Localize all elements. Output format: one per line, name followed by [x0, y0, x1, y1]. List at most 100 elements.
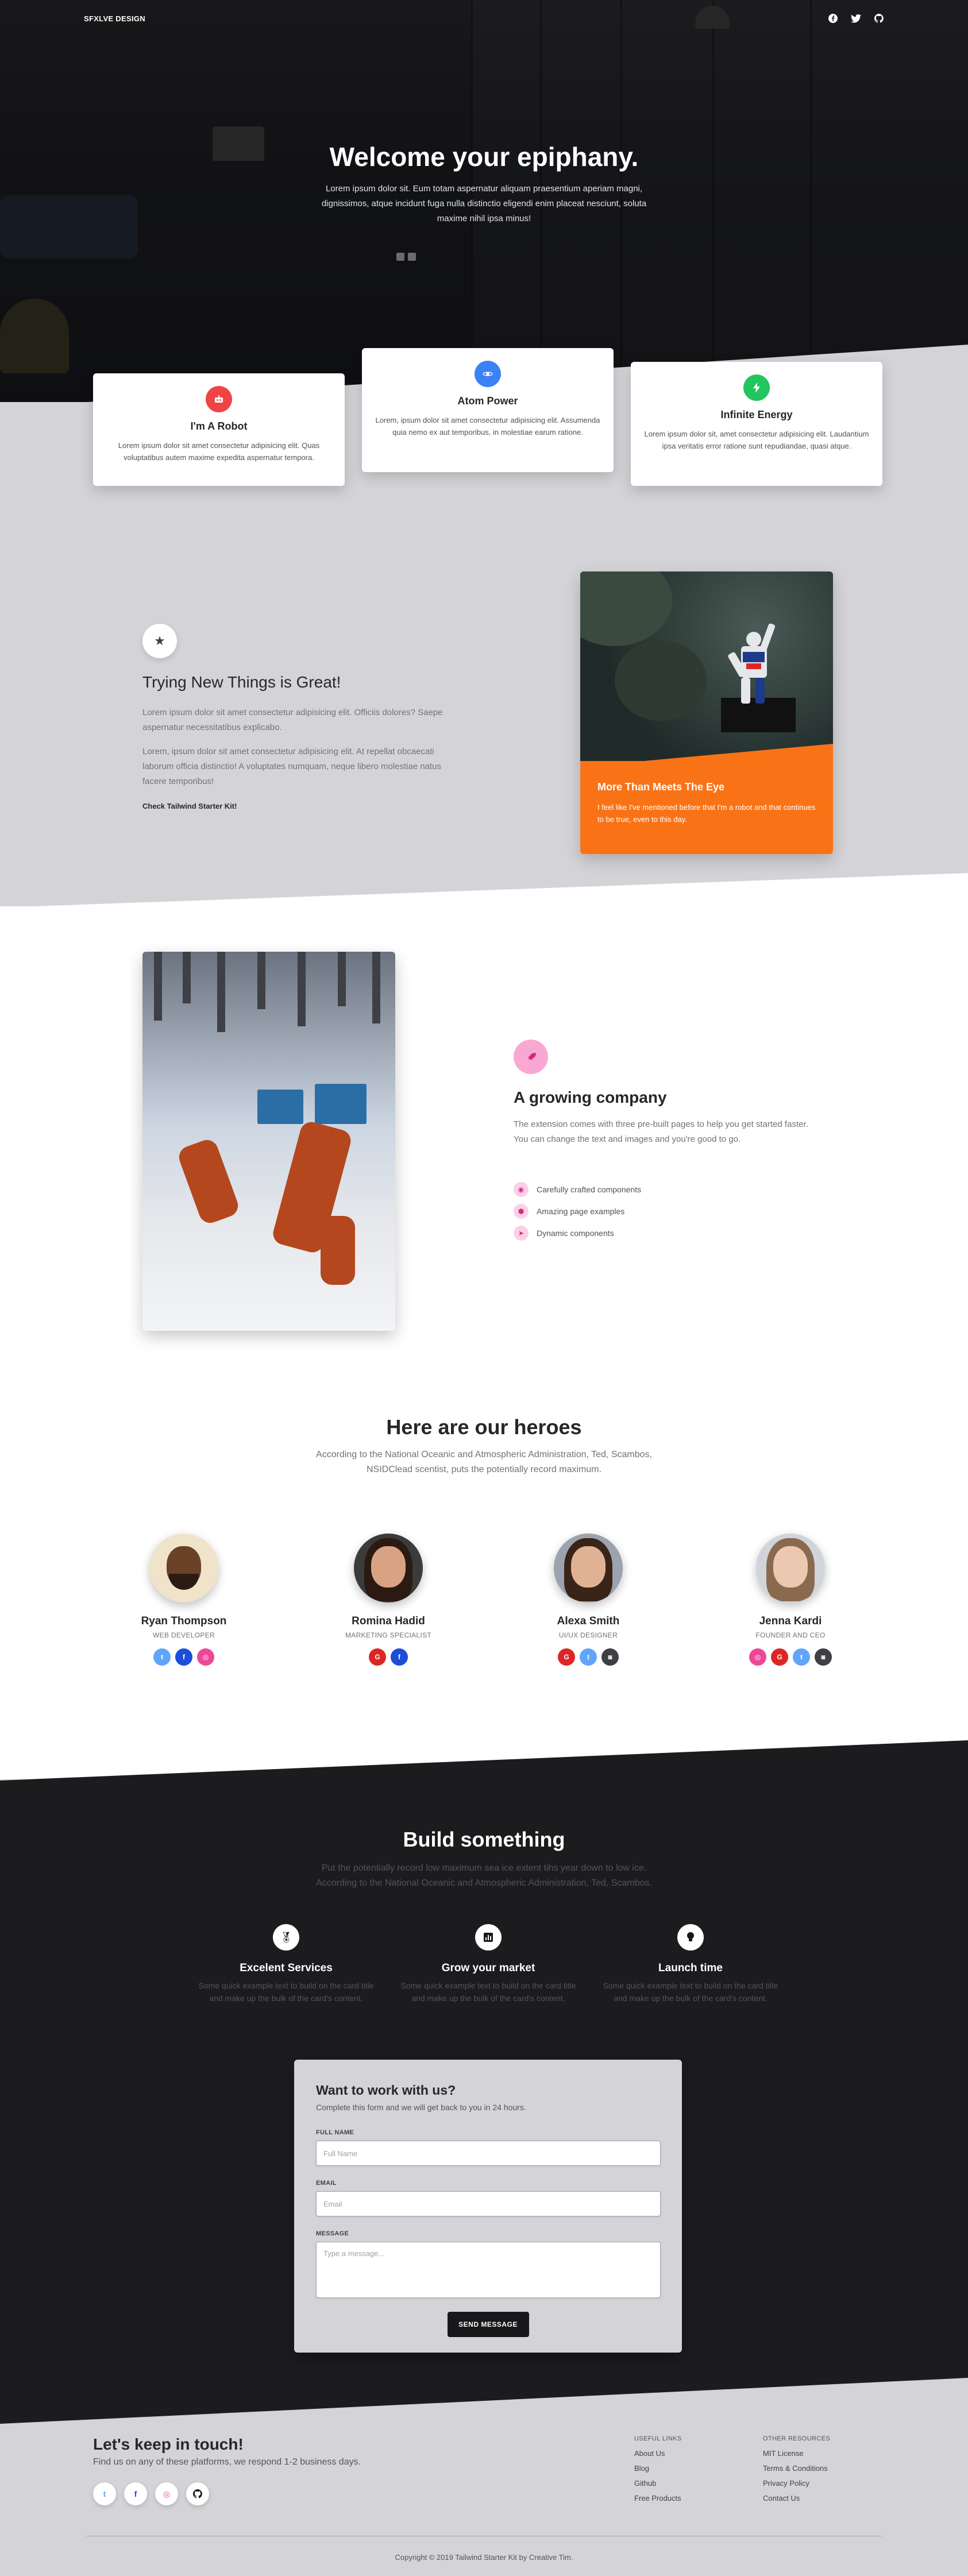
tailwind-kit-link[interactable]: Check Tailwind Starter Kit! — [142, 802, 237, 810]
message-label: MESSAGE — [316, 2230, 349, 2237]
image-detail — [217, 952, 225, 1032]
feature-text: Lorem ipsum dolor sit amet consectetur a… — [118, 441, 320, 462]
hero-subtitle: Lorem ipsum dolor sit. Eum totam asperna… — [300, 181, 668, 226]
avatar — [354, 1534, 423, 1602]
member-role: UI/UX DESIGNER — [558, 1631, 618, 1639]
image-detail — [372, 952, 380, 1024]
hero-decoration-block — [408, 253, 416, 261]
footer-link[interactable]: Blog — [634, 2464, 682, 2479]
list-item-label: Dynamic components — [537, 1229, 614, 1238]
fingerprint-icon: ◉ — [514, 1182, 529, 1197]
footer-link[interactable]: Contact Us — [763, 2494, 830, 2509]
feature-title: Atom Power — [457, 395, 518, 407]
twitter-icon[interactable]: t — [793, 1648, 810, 1666]
google-icon[interactable]: G — [369, 1648, 386, 1666]
image-detail — [154, 952, 162, 1021]
robot-icon — [206, 386, 232, 412]
avatar-face — [371, 1546, 406, 1588]
full-name-input[interactable] — [316, 2141, 661, 2166]
footer-link[interactable]: Privacy Policy — [763, 2479, 830, 2494]
facebook-icon[interactable]: f — [124, 2482, 147, 2505]
lightbulb-icon — [677, 1924, 704, 1951]
hero-title: Welcome your epiphany. — [329, 142, 639, 172]
build-subtitle-line: According to the National Oceanic and At… — [316, 1878, 652, 1888]
avatar — [756, 1534, 825, 1602]
twitter-icon[interactable]: t — [153, 1648, 171, 1666]
list-item-label: Carefully crafted components — [537, 1185, 642, 1194]
email-input[interactable] — [316, 2191, 661, 2216]
robot-arm-image — [142, 952, 395, 1331]
list-item-label: Amazing page examples — [537, 1207, 625, 1216]
footer-link[interactable]: MIT License — [763, 2449, 830, 2464]
google-icon[interactable]: G — [771, 1648, 788, 1666]
message-textarea[interactable] — [316, 2242, 661, 2298]
atom-icon — [475, 361, 501, 387]
brand-link[interactable]: SFXLVE DESIGN — [84, 14, 145, 23]
send-message-button[interactable]: SEND MESSAGE — [447, 2312, 529, 2337]
section2-title: Trying New Things is Great! — [142, 673, 341, 691]
instagram-icon[interactable]: ◙ — [601, 1648, 619, 1666]
energy-icon — [743, 374, 770, 401]
footer-link[interactable]: Free Products — [634, 2494, 682, 2509]
section2-paragraph: Lorem ipsum dolor sit amet consectetur a… — [142, 708, 443, 732]
footer-subtitle: Find us on any of these platforms, we re… — [93, 2457, 361, 2467]
top-navbar: SFXLVE DESIGN — [84, 13, 884, 24]
build-title: Build something — [403, 1828, 565, 1851]
google-icon[interactable]: G — [558, 1648, 575, 1666]
service-text: Some quick example text to build on the … — [603, 1981, 778, 2003]
image-detail — [176, 1137, 241, 1226]
email-label: EMAIL — [316, 2180, 337, 2187]
dribbble-icon[interactable]: ◎ — [155, 2482, 178, 2505]
member-role: MARKETING SPECIALIST — [345, 1631, 432, 1639]
service-item: 🏅︎ Excelent Services Some quick example … — [191, 1924, 381, 2005]
feature-card: I'm A Robot Lorem ipsum dolor sit amet c… — [93, 373, 345, 486]
section3-paragraph: The extension comes with three pre-built… — [514, 1119, 808, 1144]
build-subtitle: Put the potentially record low maximum s… — [0, 1861, 968, 1891]
rocket-icon — [514, 1040, 548, 1074]
heroes-subtitle-line: NSIDClead scentist, puts the potentially… — [366, 1465, 602, 1474]
github-icon[interactable] — [874, 13, 884, 24]
medal-icon: 🏅︎ — [273, 1924, 299, 1951]
nav-social-links — [828, 13, 884, 24]
hero-section: SFXLVE DESIGN Welcome your epiphany. Lor… — [0, 0, 968, 402]
member-role: WEB DEVELOPER — [153, 1631, 215, 1639]
feature-text: Lorem ipsum dolor sit, amet consectetur … — [644, 430, 869, 450]
image-detail — [338, 952, 346, 1006]
heroes-subtitle-line: According to the National Oceanic and At… — [316, 1450, 652, 1459]
member-name: Jenna Kardi — [759, 1615, 822, 1627]
team-member-card: Alexa Smith UI/UX DESIGNER G t ◙ — [519, 1534, 657, 1666]
full-name-label: FULL NAME — [316, 2129, 354, 2136]
useful-links: USEFUL LINKS About Us Blog Github Free P… — [634, 2435, 682, 2509]
orange-card-text: I feel like I've mentioned before that I… — [597, 803, 816, 824]
html5-icon: ⬢ — [514, 1204, 529, 1219]
footer-link[interactable]: Terms & Conditions — [763, 2464, 830, 2479]
twitter-icon[interactable] — [851, 13, 861, 24]
avatar — [554, 1534, 623, 1602]
footer-link[interactable]: About Us — [634, 2449, 682, 2464]
list-item: ➤ Dynamic components — [514, 1222, 641, 1244]
facebook-icon[interactable]: f — [175, 1648, 192, 1666]
image-detail — [183, 952, 191, 1003]
instagram-icon[interactable]: ◙ — [815, 1648, 832, 1666]
section2-paragraph: Lorem, ipsum dolor sit amet consectetur … — [142, 747, 442, 786]
facebook-icon[interactable]: f — [391, 1648, 408, 1666]
footer-title: Let's keep in touch! — [93, 2435, 244, 2453]
feature-title: I'm A Robot — [190, 420, 248, 432]
dribbble-icon[interactable]: ◎ — [749, 1648, 766, 1666]
form-title: Want to work with us? — [316, 2083, 456, 2098]
list-item: ⬢ Amazing page examples — [514, 1200, 641, 1222]
team-member-card: Ryan Thompson WEB DEVELOPER t f ◎ — [115, 1534, 253, 1666]
github-icon[interactable] — [186, 2482, 209, 2505]
service-text: Some quick example text to build on the … — [400, 1981, 576, 2003]
footer-link[interactable]: Github — [634, 2479, 682, 2494]
team-member-card: Romina Hadid MARKETING SPECIALIST G f — [319, 1534, 457, 1666]
dribbble-icon[interactable]: ◎ — [197, 1648, 214, 1666]
twitter-icon[interactable]: t — [93, 2482, 116, 2505]
facebook-icon[interactable] — [828, 13, 838, 24]
twitter-icon[interactable]: t — [580, 1648, 597, 1666]
feature-text: Lorem, ipsum dolor sit amet consectetur … — [375, 416, 600, 437]
useful-links-heading: USEFUL LINKS — [634, 2435, 682, 2442]
service-text: Some quick example text to build on the … — [198, 1981, 374, 2003]
member-role: FOUNDER AND CEO — [755, 1631, 826, 1639]
footer-socials: t f ◎ — [93, 2482, 209, 2505]
